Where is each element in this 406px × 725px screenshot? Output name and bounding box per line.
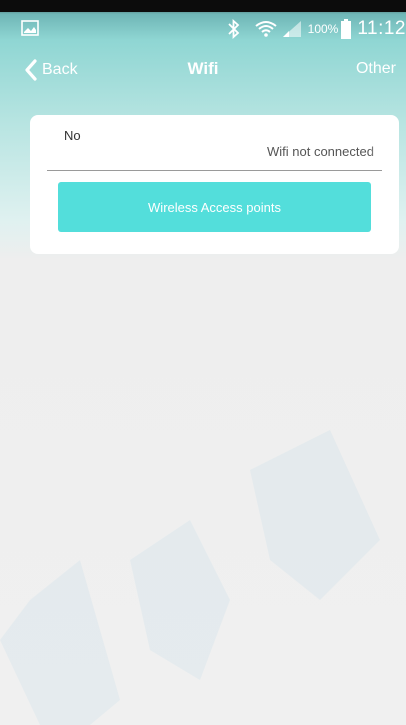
image-icon bbox=[21, 20, 39, 36]
top-black-strip bbox=[0, 0, 406, 12]
bluetooth-icon bbox=[228, 19, 239, 39]
page-title: Wifi bbox=[187, 59, 219, 78]
status-bar: 100% 11:12 bbox=[0, 12, 406, 46]
wireless-access-points-button[interactable]: Wireless Access points bbox=[58, 182, 371, 232]
status-clock: 11:12 bbox=[357, 18, 406, 39]
card-divider bbox=[47, 170, 382, 171]
signal-icon bbox=[282, 21, 301, 37]
wifi-network-name: No bbox=[64, 128, 81, 143]
status-right-group: 100% 11:12 bbox=[226, 16, 406, 42]
wifi-card: No Wifi not connected Wireless Access po… bbox=[30, 115, 399, 254]
wifi-status-text: Wifi not connected bbox=[267, 144, 374, 159]
watermark-graphic bbox=[0, 430, 380, 725]
battery-percentage: 100% bbox=[307, 22, 339, 36]
wifi-icon bbox=[255, 21, 277, 37]
other-button[interactable]: Other bbox=[356, 60, 396, 78]
app-screen: 100% 11:12 Back Wifi Other No Wifi not c… bbox=[0, 0, 406, 725]
battery-icon bbox=[341, 19, 352, 39]
nav-bar: Back Wifi Other bbox=[0, 48, 406, 92]
